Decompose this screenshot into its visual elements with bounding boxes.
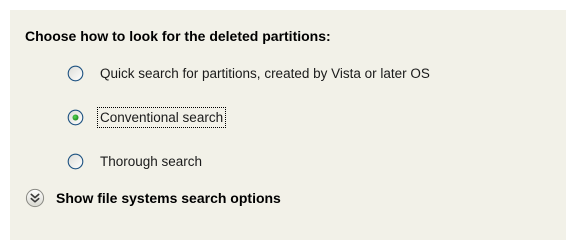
double-chevron-down-icon[interactable]: [25, 188, 45, 208]
radio-button-unselected-icon[interactable]: [67, 153, 84, 170]
radio-option-quick-search[interactable]: Quick search for partitions, created by …: [67, 62, 432, 84]
radio-label-quick-search[interactable]: Quick search for partitions, created by …: [98, 64, 432, 83]
radio-label-thorough-search[interactable]: Thorough search: [98, 152, 204, 171]
radio-button-selected-icon[interactable]: [67, 109, 84, 126]
search-method-panel: Choose how to look for the deleted parti…: [10, 10, 566, 240]
radio-label-conventional-search[interactable]: Conventional search: [96, 106, 227, 128]
section-heading: Choose how to look for the deleted parti…: [25, 28, 331, 44]
show-file-systems-options-expander[interactable]: Show file systems search options: [25, 186, 281, 210]
expander-label[interactable]: Show file systems search options: [56, 190, 281, 206]
radio-option-conventional-search[interactable]: Conventional search: [67, 106, 227, 128]
radio-option-thorough-search[interactable]: Thorough search: [67, 150, 204, 172]
radio-button-unselected-icon[interactable]: [67, 65, 84, 82]
